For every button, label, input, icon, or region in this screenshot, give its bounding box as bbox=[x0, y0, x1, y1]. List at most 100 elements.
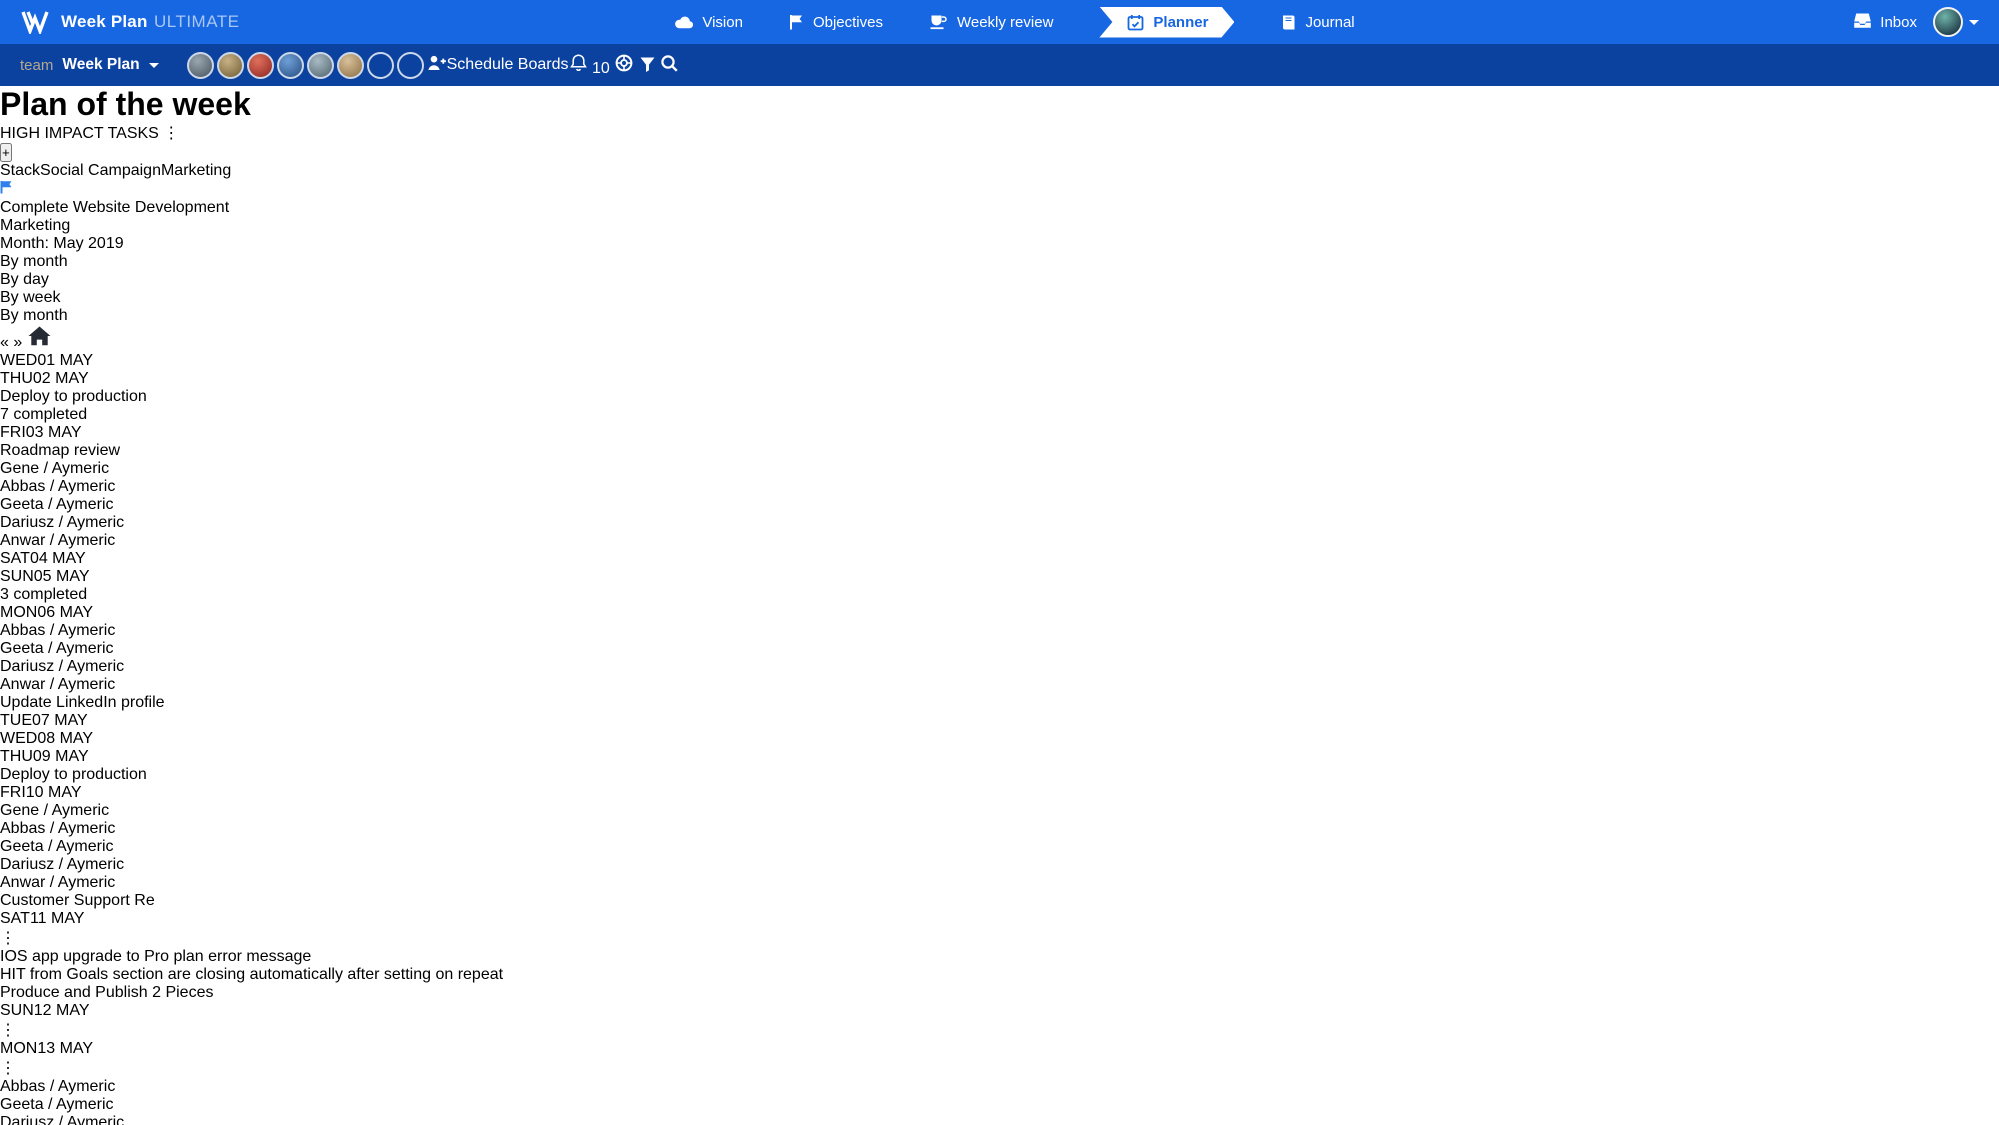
inbox-icon bbox=[1853, 12, 1872, 33]
day-menu-icon[interactable]: ⋮ bbox=[0, 1022, 16, 1039]
day-cell-mon-13-may[interactable]: MON13 MAY ⋮Abbas / AymericGeeta / Aymeric… bbox=[0, 1040, 1999, 1125]
tab-schedule[interactable]: Schedule bbox=[447, 56, 514, 73]
member-avatar[interactable] bbox=[337, 52, 364, 79]
task-item[interactable]: IOS app upgrade to Pro plan error messag… bbox=[0, 948, 1999, 966]
member-avatar[interactable] bbox=[397, 52, 424, 79]
task-item[interactable]: Dariusz / Aymeric bbox=[0, 1114, 1999, 1125]
task-item[interactable]: HIT from Goals section are closing autom… bbox=[0, 966, 1999, 984]
task-item[interactable]: Update LinkedIn profile bbox=[0, 694, 1999, 712]
month-title[interactable]: Month: May 2019 bbox=[0, 235, 1999, 253]
inbox-label: Inbox bbox=[1880, 14, 1917, 31]
tab-weekly-review[interactable]: Weekly review bbox=[929, 14, 1053, 31]
member-avatar[interactable] bbox=[187, 52, 214, 79]
tab-label: Objectives bbox=[813, 14, 883, 31]
task-item[interactable]: Abbas / Aymeric bbox=[0, 622, 1999, 640]
task-item[interactable]: Gene / Aymeric bbox=[0, 802, 1999, 820]
day-date: 10 MAY bbox=[26, 784, 82, 801]
prev-period-button[interactable]: « bbox=[0, 334, 9, 351]
view-mode-selector[interactable]: By month bbox=[0, 253, 1999, 271]
member-avatar[interactable] bbox=[217, 52, 244, 79]
task-item[interactable]: Geeta / Aymeric bbox=[0, 640, 1999, 658]
weekplan-logo-icon bbox=[20, 10, 50, 34]
task-item[interactable]: Geeta / Aymeric bbox=[0, 1096, 1999, 1114]
inbox-link[interactable]: Inbox bbox=[1853, 12, 1917, 33]
team-bar: team Week Plan Schedule Boards 10 bbox=[0, 44, 1999, 86]
completed-toggle[interactable]: 7 completed bbox=[0, 406, 1999, 424]
day-of-week: MON bbox=[0, 1040, 37, 1057]
day-header: FRI03 MAY bbox=[0, 424, 1999, 442]
task-item[interactable]: Dariusz / Aymeric bbox=[0, 514, 1999, 532]
member-avatar[interactable] bbox=[277, 52, 304, 79]
day-cell-sun-05-may[interactable]: SUN05 MAY3 completed bbox=[0, 568, 1999, 604]
planner-area: Month: May 2019 By month By dayBy weekBy… bbox=[0, 235, 1999, 1125]
view-menu-item-by-day[interactable]: By day bbox=[0, 271, 1999, 289]
hit-task-card[interactable]: StackSocial CampaignMarketing bbox=[0, 162, 1999, 199]
search-icon[interactable] bbox=[660, 60, 679, 77]
day-cell-thu-09-may[interactable]: THU09 MAYDeploy to production bbox=[0, 748, 1999, 784]
day-cell-fri-10-may[interactable]: FRI10 MAYGene / AymericAbbas / AymericGe… bbox=[0, 784, 1999, 910]
day-cell-sat-04-may[interactable]: SAT04 MAY bbox=[0, 550, 1999, 568]
day-cell-fri-03-may[interactable]: FRI03 MAYRoadmap reviewGene / AymericAbb… bbox=[0, 424, 1999, 550]
task-item[interactable]: Anwar / Aymeric bbox=[0, 874, 1999, 892]
day-of-week: SAT bbox=[0, 910, 30, 927]
teambar-tabs: Schedule Boards bbox=[447, 56, 569, 74]
tab-vision[interactable]: Vision bbox=[674, 14, 743, 31]
completed-label: 7 completed bbox=[0, 406, 87, 423]
day-of-week: WED bbox=[0, 352, 37, 369]
member-avatar[interactable] bbox=[367, 52, 394, 79]
task-item-label: Anwar / Aymeric bbox=[0, 676, 115, 693]
calendar-row: SUN05 MAY3 completedMON06 MAYAbbas / Aym… bbox=[0, 568, 1999, 910]
team-switcher[interactable]: team Week Plan bbox=[20, 56, 159, 74]
task-item[interactable]: Anwar / Aymeric bbox=[0, 532, 1999, 550]
task-item[interactable]: Deploy to production bbox=[0, 766, 1999, 784]
tab-journal[interactable]: Journal bbox=[1280, 14, 1354, 31]
sidebar-title: Plan of the week bbox=[0, 86, 1999, 123]
task-item-label: Produce and Publish 2 Pieces bbox=[0, 984, 1969, 1002]
member-avatar[interactable] bbox=[247, 52, 274, 79]
task-item[interactable]: Abbas / Aymeric bbox=[0, 820, 1999, 838]
task-item[interactable]: Dariusz / Aymeric bbox=[0, 658, 1999, 676]
tab-boards[interactable]: Boards bbox=[518, 56, 569, 73]
tab-objectives[interactable]: Objectives bbox=[789, 14, 883, 31]
day-cell-wed-08-may[interactable]: WED08 MAY bbox=[0, 730, 1999, 748]
notifications-button[interactable]: 10 bbox=[569, 60, 615, 77]
next-period-button[interactable]: » bbox=[13, 334, 22, 351]
day-cell-mon-06-may[interactable]: MON06 MAYAbbas / AymericGeeta / AymericD… bbox=[0, 604, 1999, 712]
day-date: 11 MAY bbox=[30, 910, 85, 927]
view-menu-item-by-month[interactable]: By month bbox=[0, 307, 1999, 325]
task-item-label: Dariusz / Aymeric bbox=[0, 514, 124, 531]
add-task-button[interactable]: + bbox=[0, 143, 12, 162]
day-menu-icon[interactable]: ⋮ bbox=[0, 930, 16, 947]
help-icon[interactable] bbox=[614, 60, 638, 77]
day-menu-icon[interactable]: ⋮ bbox=[0, 1060, 16, 1077]
task-item[interactable]: Gene / Aymeric bbox=[0, 460, 1999, 478]
hit-task-card[interactable]: Complete Website DevelopmentMarketing bbox=[0, 199, 1999, 235]
day-cell-sat-11-may[interactable]: SAT11 MAY ⋮IOS app upgrade to Pro plan er… bbox=[0, 910, 1999, 1002]
home-icon[interactable] bbox=[27, 334, 52, 351]
day-cell-sun-12-may[interactable]: SUN12 MAY⋮ bbox=[0, 1002, 1999, 1040]
task-item[interactable]: Deploy to production bbox=[0, 388, 1999, 406]
day-cell-tue-07-may[interactable]: TUE07 MAY bbox=[0, 712, 1999, 730]
task-item[interactable]: Customer Support Re bbox=[0, 892, 1999, 910]
task-item-label: Anwar / Aymeric bbox=[0, 874, 115, 891]
completed-toggle[interactable]: 3 completed bbox=[0, 586, 1999, 604]
task-item[interactable]: Abbas / Aymeric bbox=[0, 1078, 1999, 1096]
task-item[interactable]: Dariusz / Aymeric bbox=[0, 856, 1999, 874]
member-avatar[interactable] bbox=[307, 52, 334, 79]
day-cell-wed-01-may[interactable]: WED01 MAY bbox=[0, 352, 1999, 370]
task-item[interactable]: Produce and Publish 2 Pieces bbox=[0, 984, 1999, 1002]
task-item[interactable]: Abbas / Aymeric bbox=[0, 478, 1999, 496]
task-item[interactable]: Anwar / Aymeric bbox=[0, 676, 1999, 694]
view-menu-item-by-week[interactable]: By week bbox=[0, 289, 1999, 307]
task-item[interactable]: Geeta / Aymeric bbox=[0, 496, 1999, 514]
task-item[interactable]: Geeta / Aymeric bbox=[0, 838, 1999, 856]
filter-icon[interactable] bbox=[639, 60, 660, 77]
panel-menu-icon[interactable]: ⋮ bbox=[163, 125, 179, 142]
day-date: 09 MAY bbox=[33, 748, 89, 765]
user-menu[interactable] bbox=[1933, 7, 1979, 37]
task-item[interactable]: Roadmap review bbox=[0, 442, 1999, 460]
day-date: 13 MAY bbox=[37, 1040, 93, 1057]
day-cell-thu-02-may[interactable]: THU02 MAYDeploy to production7 completed bbox=[0, 370, 1999, 424]
add-member-button[interactable] bbox=[427, 54, 447, 76]
tab-planner[interactable]: Planner bbox=[1099, 7, 1234, 38]
